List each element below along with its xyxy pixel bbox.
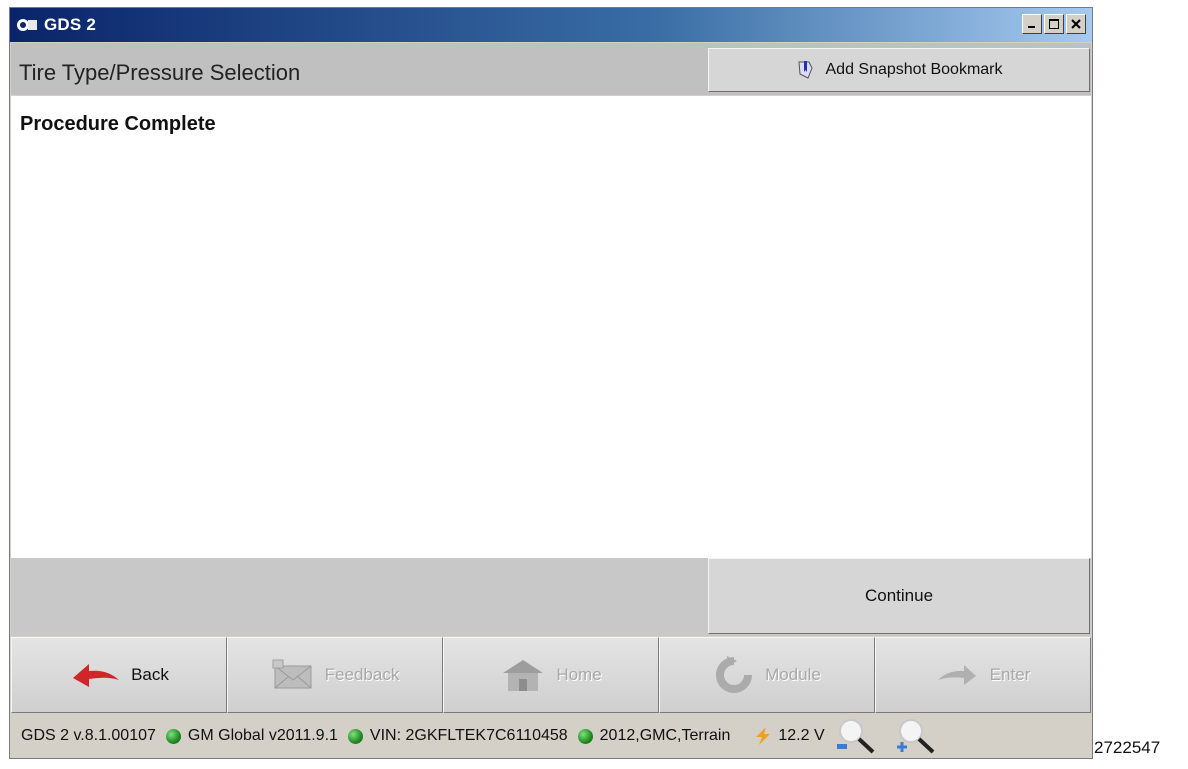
zoom-in-icon[interactable] xyxy=(895,716,937,756)
back-button[interactable]: Back xyxy=(11,637,227,713)
close-icon xyxy=(1071,19,1081,29)
gds-app-icon xyxy=(17,19,37,31)
status-dot-icon xyxy=(577,728,593,744)
module-button[interactable]: Module xyxy=(659,637,875,713)
action-row: Continue xyxy=(11,558,1091,636)
app-window: GDS 2 Tire Type/Pressure Selection Add S… xyxy=(9,7,1093,759)
vehicle-text: 2012,GMC,Terrain xyxy=(599,727,731,744)
module-label: Module xyxy=(765,665,821,684)
feedback-button[interactable]: Feedback xyxy=(227,637,443,713)
minimize-icon xyxy=(1028,26,1035,28)
back-arrow-icon xyxy=(73,664,120,687)
continue-button[interactable]: Continue xyxy=(708,558,1090,634)
status-dot-icon xyxy=(347,728,363,744)
vin-text: VIN: 2GKFLTEK7C6110458 xyxy=(369,727,568,744)
navigation-bar: Back Feedback Home Module Enter xyxy=(11,637,1091,713)
back-label: Back xyxy=(131,665,169,684)
enter-arrow-icon xyxy=(937,665,976,685)
home-icon xyxy=(503,660,544,691)
voltage-text: 12.2 V xyxy=(778,727,825,744)
minimize-button[interactable] xyxy=(1022,14,1042,34)
home-button[interactable]: Home xyxy=(443,637,659,713)
feedback-envelope-icon xyxy=(272,659,312,689)
enter-label: Enter xyxy=(989,665,1031,684)
home-label: Home xyxy=(556,665,602,684)
status-dot-icon xyxy=(165,728,181,744)
bookmark-label: Add Snapshot Bookmark xyxy=(825,61,1003,78)
voltage-bolt-icon xyxy=(756,727,771,745)
global-version-text: GM Global v2011.9.1 xyxy=(187,727,338,744)
page-title: Tire Type/Pressure Selection xyxy=(19,60,301,85)
figure-id: 2722547 xyxy=(1094,738,1161,757)
content-area: Procedure Complete xyxy=(11,96,1091,558)
window-title: GDS 2 xyxy=(44,15,97,34)
feedback-label: Feedback xyxy=(324,665,400,684)
add-snapshot-bookmark-button[interactable]: Add Snapshot Bookmark xyxy=(708,48,1090,92)
enter-button[interactable]: Enter xyxy=(875,637,1091,713)
version-text: GDS 2 v.8.1.00107 xyxy=(21,727,156,744)
maximize-button[interactable] xyxy=(1044,14,1064,34)
maximize-icon xyxy=(1049,19,1059,29)
close-button[interactable] xyxy=(1066,14,1086,34)
bookmark-icon xyxy=(797,61,813,79)
status-bar: GDS 2 v.8.1.00107 GM Global v2011.9.1 VI… xyxy=(11,714,1091,758)
zoom-out-icon[interactable] xyxy=(835,716,877,756)
procedure-status: Procedure Complete xyxy=(20,113,216,135)
page-header: Tire Type/Pressure Selection Add Snapsho… xyxy=(11,43,1091,95)
module-refresh-icon xyxy=(716,656,753,693)
title-bar[interactable]: GDS 2 xyxy=(10,8,1092,42)
